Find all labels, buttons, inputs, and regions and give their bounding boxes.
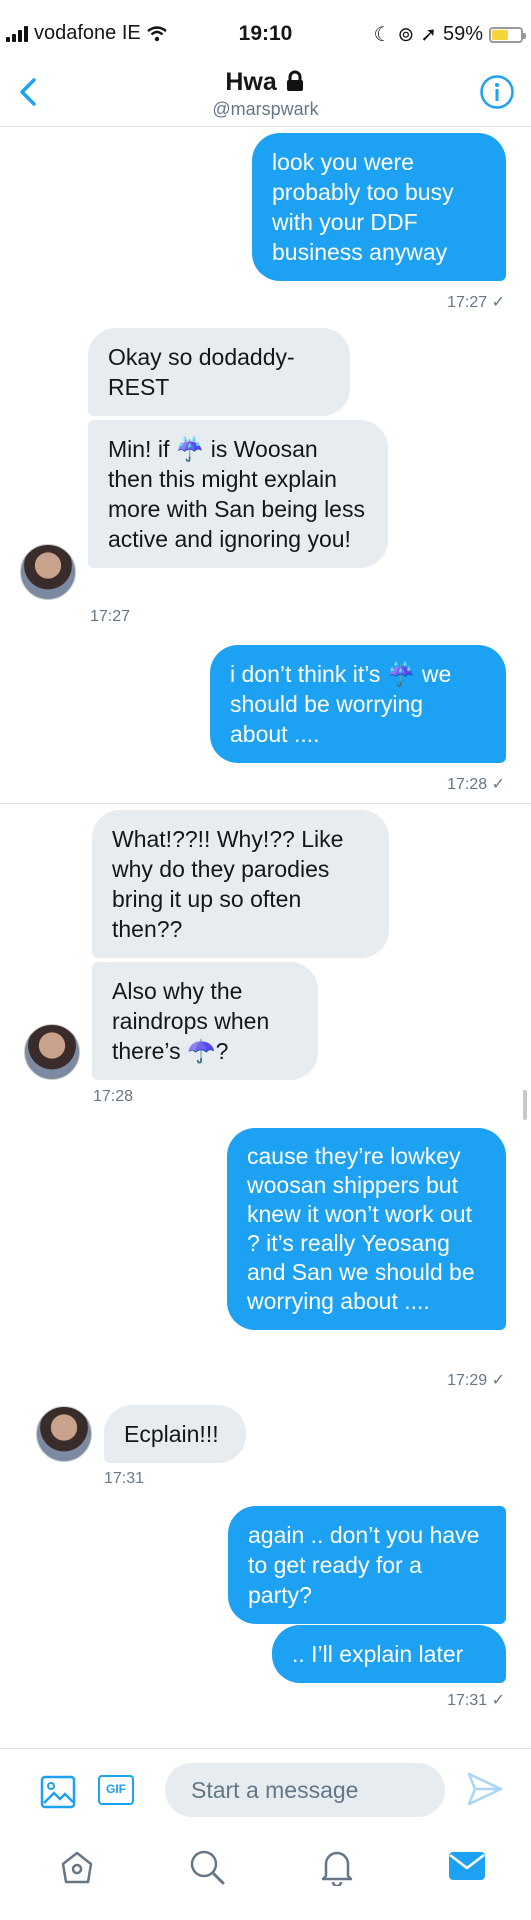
message-bubble-outgoing[interactable]: .. I’ll explain later [272, 1625, 506, 1683]
battery-percent: 59% [442, 23, 483, 45]
message-bubble-incoming[interactable]: Ecplain!!! [104, 1405, 246, 1463]
message-bubble-incoming[interactable]: Also why the raindrops when there’s ☂️? [92, 962, 318, 1080]
message-text: Ecplain!!! [124, 1421, 219, 1447]
message-text: Okay so dodaddy-REST [108, 344, 295, 400]
message-text: .. I’ll explain later [292, 1641, 464, 1667]
image-icon[interactable] [40, 1775, 76, 1809]
avatar[interactable] [20, 544, 76, 600]
timestamp-text: 17:31 ✓ [447, 1692, 505, 1709]
avatar[interactable] [36, 1406, 92, 1462]
timestamp-text: 17:28 ✓ [447, 776, 505, 793]
gif-button[interactable]: GIF [98, 1775, 134, 1805]
message-text: What!??!! Why!?? Like why do they parodi… [112, 826, 344, 942]
message-bubble-outgoing[interactable]: look you were probably too busy with you… [252, 133, 506, 281]
location-icon: ➚ [420, 24, 437, 46]
message-text: cause they’re lowkey woosan shippers but… [247, 1143, 475, 1314]
message-timestamp: 17:28 ✓ [447, 774, 505, 794]
umbrella-rain-emoji: ☔ [175, 436, 205, 462]
message-text: look you were probably too busy with you… [272, 149, 454, 265]
message-bubble-incoming[interactable]: Okay so dodaddy-REST [88, 328, 350, 416]
message-bubble-outgoing[interactable]: again .. don’t you have to get ready for… [228, 1506, 506, 1624]
message-text: Min! if [108, 436, 170, 462]
send-icon[interactable] [466, 1771, 504, 1807]
bottom-tab-bar [0, 1828, 531, 1920]
umbrella-emoji: ☂️ [187, 1038, 216, 1064]
message-timestamp: 17:28 [93, 1088, 134, 1105]
message-bubble-incoming[interactable]: What!??!! Why!?? Like why do they parodi… [92, 810, 389, 958]
message-text: again .. don’t you have to get ready for… [248, 1522, 480, 1608]
orientation-lock-icon: ⊚ [397, 24, 415, 46]
home-icon[interactable] [58, 1848, 96, 1886]
info-icon[interactable] [479, 74, 515, 110]
message-timestamp: 17:27 ✓ [447, 292, 505, 312]
message-timestamp: 17:31 [104, 1470, 145, 1487]
conversation-header: Hwa @marspwark [0, 68, 531, 127]
message-timestamp: 17:27 [90, 608, 131, 625]
timestamp-text: 17:27 ✓ [447, 294, 505, 311]
avatar[interactable] [24, 1024, 80, 1080]
notifications-bell-icon[interactable] [318, 1848, 356, 1886]
message-timestamp: 17:31 ✓ [447, 1690, 505, 1710]
search-icon[interactable] [188, 1848, 226, 1886]
message-bubble-incoming[interactable]: Min! if ☔ is Woosan then this might expl… [88, 420, 388, 568]
status-bar: vodafone IE 19:10 ☾ ⊚ ➚ 59% [0, 0, 531, 68]
message-timestamp: 17:29 ✓ [447, 1370, 505, 1390]
contact-name[interactable]: Hwa [0, 68, 531, 97]
message-text: ? [215, 1038, 229, 1064]
message-text: i don’t think it’s [230, 661, 381, 687]
contact-name-label: Hwa [225, 68, 277, 96]
scrollbar[interactable] [523, 1090, 527, 1120]
message-bubble-outgoing[interactable]: i don’t think it’s ☔ we should be worryi… [210, 645, 506, 763]
contact-handle: @marspwark [212, 99, 319, 119]
lock-icon [286, 70, 303, 91]
moon-icon: ☾ [373, 24, 392, 46]
message-composer: GIF Start a message [0, 1748, 531, 1829]
battery-icon [489, 26, 526, 43]
message-input[interactable]: Start a message [165, 1763, 445, 1817]
umbrella-rain-emoji: ☔ [386, 661, 416, 687]
divider [0, 803, 531, 804]
messages-envelope-icon[interactable] [448, 1850, 486, 1882]
timestamp-text: 17:29 ✓ [447, 1372, 505, 1389]
message-bubble-outgoing[interactable]: cause they’re lowkey woosan shippers but… [227, 1128, 506, 1330]
